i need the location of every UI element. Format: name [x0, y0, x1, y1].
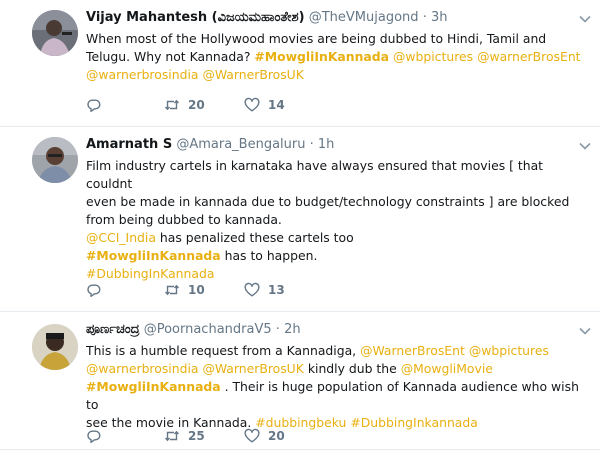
avatar-photo — [32, 10, 78, 56]
hashtag-link[interactable]: #DubbingInKannada — [86, 266, 214, 281]
tweet[interactable]: ಪೂರ್ಣಚಂದ್ರ @PoornachandraV5 · 2h This is… — [0, 312, 600, 450]
retweet-count: 25 — [188, 429, 205, 443]
avatar[interactable] — [32, 10, 78, 56]
tweet-text-line: #MowgliInKannada . Their is huge populat… — [86, 378, 590, 414]
heart-icon — [244, 428, 260, 443]
retweet-icon — [164, 430, 180, 442]
tweet-text-line: @warnerbrosindia @WarnerBrosUK kindly du… — [86, 360, 590, 378]
display-name[interactable]: Vijay Mahantesh (ವಿಜಯಮಹಾಂತೇಶ) — [86, 10, 305, 25]
hashtag-link[interactable]: #MowgliInKannada — [86, 248, 221, 263]
separator-dot: · — [275, 322, 280, 337]
tweet-header: ಪೂರ್ಣಚಂದ್ರ @PoornachandraV5 · 2h — [86, 320, 590, 340]
hashtag-link[interactable]: #MowgliInKannada — [254, 49, 389, 64]
timestamp[interactable]: 2h — [284, 322, 301, 337]
avatar-photo — [32, 137, 78, 183]
hashtag-link[interactable]: #MowgliInKannada — [86, 379, 221, 394]
timestamp[interactable]: 1h — [318, 137, 335, 152]
like-button[interactable]: 20 — [244, 426, 285, 446]
text-segment: even be made in kannada due to budget/te… — [86, 194, 570, 209]
like-count: 20 — [268, 429, 285, 443]
tweet-text-line: #MowgliInKannada has to happen. — [86, 247, 590, 265]
chevron-down-icon[interactable] — [578, 139, 592, 153]
separator-dot: · — [422, 10, 427, 25]
tweet-header: Amarnath S @Amara_Bengaluru · 1h — [86, 135, 590, 155]
tweet-text-line: even be made in kannada due to budget/te… — [86, 193, 590, 211]
tweet-actions: 25 20 — [86, 426, 285, 446]
tweet-text-line: This is a humble request from a Kannadig… — [86, 342, 590, 360]
tweet-actions: 10 13 — [86, 280, 285, 300]
user-handle[interactable]: @PoornachandraV5 — [144, 322, 272, 337]
text-segment: This is a humble request from a Kannadig… — [86, 343, 361, 358]
reply-button[interactable] — [86, 95, 164, 115]
tweet-text-line: from being dubbed to kannada. — [86, 211, 590, 229]
tweet-text-line: Film industry cartels in karnataka have … — [86, 157, 590, 193]
text-segment: kindly dub the — [303, 361, 401, 376]
retweet-icon — [164, 99, 180, 111]
mention-link[interactable]: @MowgliMovie — [401, 361, 493, 376]
tweet-text: Film industry cartels in karnataka have … — [86, 157, 590, 283]
retweet-count: 20 — [188, 98, 205, 112]
retweet-button[interactable]: 25 — [164, 426, 244, 446]
tweet-text-line: @warnerbrosindia @WarnerBrosUK — [86, 66, 590, 84]
like-count: 14 — [268, 98, 285, 112]
mention-link[interactable]: @CCI_India — [86, 230, 156, 245]
mention-link[interactable]: @warnerbrosindia — [86, 67, 198, 82]
chevron-down-icon[interactable] — [578, 12, 592, 26]
tweet-text-line: Telugu. Why not Kannada? #MowgliInKannad… — [86, 48, 590, 66]
tweet-header: Vijay Mahantesh (ವಿಜಯಮಹಾಂತೇಶ) @TheVMujag… — [86, 8, 590, 28]
text-segment: Film industry cartels in karnataka have … — [86, 158, 544, 191]
text-segment: has penalized these cartels too — [155, 230, 354, 245]
text-segment: When most of the Hollywood movies are be… — [86, 31, 547, 46]
tweet-text: When most of the Hollywood movies are be… — [86, 30, 590, 84]
mention-link[interactable]: @WarnerBrosUK — [202, 67, 303, 82]
text-segment: has to happen. — [220, 248, 318, 263]
tweet[interactable]: Vijay Mahantesh (ವಿಜಯಮಹಾಂತೇಶ) @TheVMujag… — [0, 0, 600, 127]
heart-icon — [244, 282, 260, 297]
tweet-actions: 20 14 — [86, 95, 285, 115]
user-handle[interactable]: @TheVMujagond — [309, 10, 419, 25]
mention-link[interactable]: @wbpictures — [469, 343, 549, 358]
like-count: 13 — [268, 283, 285, 297]
mention-link[interactable]: @wbpictures — [393, 49, 473, 64]
tweet-text: This is a humble request from a Kannadig… — [86, 342, 590, 432]
mention-link[interactable]: @WarnerBrosUK — [202, 361, 303, 376]
hashtag-link[interactable]: #DubbingInkannada — [350, 415, 477, 430]
retweet-button[interactable]: 10 — [164, 280, 244, 300]
display-name[interactable]: ಪೂರ್ಣಚಂದ್ರ — [86, 322, 140, 337]
timestamp[interactable]: 3h — [431, 10, 448, 25]
like-button[interactable]: 14 — [244, 95, 285, 115]
retweet-count: 10 — [188, 283, 205, 297]
reply-icon — [87, 430, 101, 443]
tweet-feed: Vijay Mahantesh (ವಿಜಯಮಹಾಂತೇಶ) @TheVMujag… — [0, 0, 600, 450]
reply-button[interactable] — [86, 280, 164, 300]
user-handle[interactable]: @Amara_Bengaluru — [176, 137, 305, 152]
reply-icon — [87, 284, 101, 297]
tweet-text-line: When most of the Hollywood movies are be… — [86, 30, 590, 48]
tweet-text-line: @CCI_India has penalized these cartels t… — [86, 229, 590, 247]
tweet[interactable]: Amarnath S @Amara_Bengaluru · 1h Film in… — [0, 127, 600, 312]
heart-icon — [244, 97, 260, 112]
retweet-icon — [164, 284, 180, 296]
avatar-photo — [32, 324, 78, 370]
mention-link[interactable]: @WarnerBrosEnt — [360, 343, 465, 358]
reply-icon — [87, 99, 101, 112]
retweet-button[interactable]: 20 — [164, 95, 244, 115]
avatar[interactable] — [32, 137, 78, 183]
mention-link[interactable]: @warnerbrosindia — [86, 361, 198, 376]
mention-link[interactable]: @warnerBrosEnt — [477, 49, 580, 64]
text-segment: from being dubbed to kannada. — [86, 212, 282, 227]
separator-dot: · — [309, 137, 314, 152]
text-segment: Telugu. Why not Kannada? — [86, 49, 255, 64]
like-button[interactable]: 13 — [244, 280, 285, 300]
reply-button[interactable] — [86, 426, 164, 446]
display-name[interactable]: Amarnath S — [86, 137, 172, 152]
avatar[interactable] — [32, 324, 78, 370]
chevron-down-icon[interactable] — [578, 324, 592, 338]
